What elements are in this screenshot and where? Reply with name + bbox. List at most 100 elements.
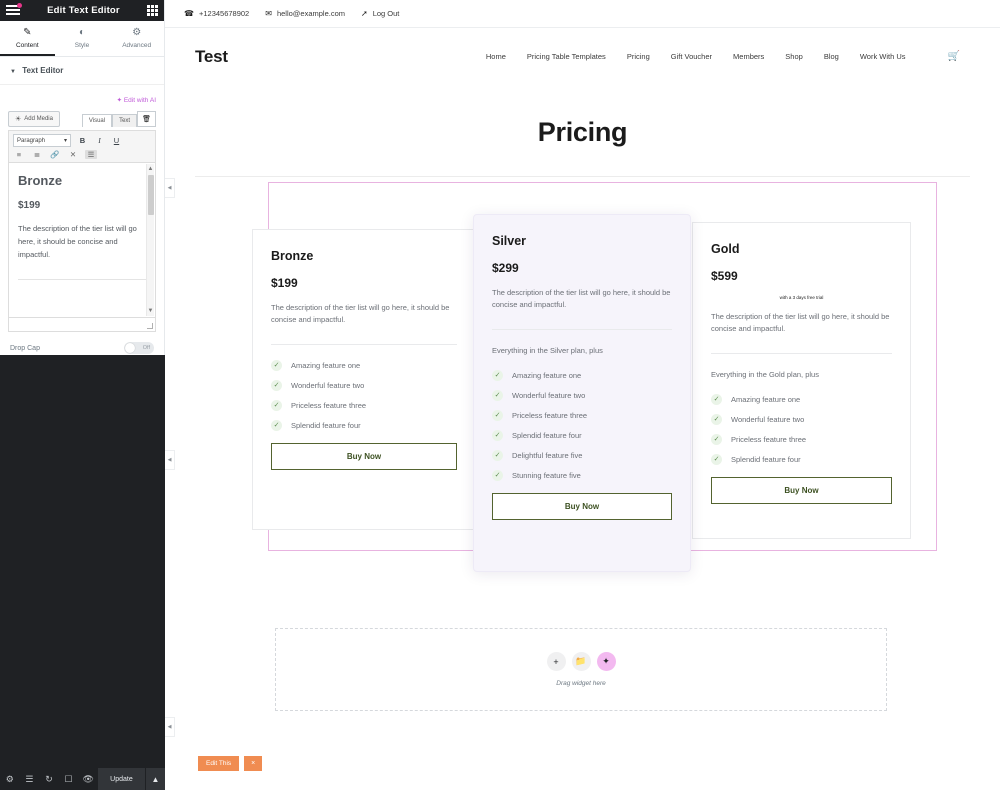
format-select-value: Paragraph [17,137,46,144]
panel-footer: ⚙ ☰ ↻ ☐ 👁 Update ▲ [0,768,165,790]
update-button[interactable]: Update [97,768,145,790]
italic-button[interactable]: I [94,136,105,145]
section-collapse-handle-top[interactable]: ◀ [165,178,175,198]
bold-button[interactable]: B [77,136,88,145]
chevron-down-icon: ▾ [63,138,67,144]
scroll-down-icon[interactable]: ▼ [147,307,154,315]
elementor-editor-screen: Edit Text Editor ✎ Content ◐ Style ⚙ Adv… [0,0,1000,790]
check-icon: ✓ [492,369,503,381]
gear-icon[interactable]: ⚙ [0,774,20,785]
plus-icon[interactable]: + [546,652,566,671]
feature-list: ✓ Amazing feature one ✓ Wonderful featur… [271,359,457,431]
add-media-label: Add Media [24,116,53,122]
card-price: $599 [711,269,738,283]
pricing-card-bronze[interactable]: Bronze $199 The description of the tier … [252,229,476,530]
tab-content[interactable]: ✎ Content [0,21,55,56]
edit-bar: Edit This × [198,756,263,771]
tab-advanced[interactable]: ⚙ Advanced [109,21,164,56]
feature-item: ✓ Priceless feature three [711,433,892,445]
notification-dot [17,2,22,8]
grid-icon[interactable] [146,5,158,16]
scrollbar-thumb[interactable] [148,175,154,215]
tab-style-label: Style [74,42,90,49]
feature-label: Wonderful feature two [731,414,805,424]
media-icon: ☀ [15,116,22,123]
tab-visual[interactable]: Visual [81,114,113,127]
card-name: Silver [492,234,527,248]
folder-icon[interactable]: 📁 [571,652,591,671]
editor-divider [18,279,146,281]
hamburger-icon[interactable] [6,2,22,17]
trash-icon[interactable]: 🗑 [137,111,156,127]
drop-cap-toggle[interactable]: Off [124,342,154,354]
toolbar-toggle-icon[interactable]: ☰ [85,150,97,159]
numbered-list-icon[interactable]: ≣ [31,150,43,159]
bullet-list-icon[interactable]: ≡ [13,150,25,159]
check-icon: ✓ [711,433,722,445]
edit-this-button[interactable]: Edit This [198,756,240,771]
panel-header: Edit Text Editor [0,0,164,21]
feature-label: Priceless feature three [512,410,588,420]
section-text-editor[interactable]: ▼ Text Editor [0,57,164,85]
card-price: $299 [492,261,519,275]
feature-item: ✓ Priceless feature three [492,409,672,421]
wp-editor: ☀ Add Media Visual Text 🗑 Paragraph ▾ B … [8,111,156,332]
pricing-card-gold[interactable]: Gold $599 with a 3 days free trial The d… [692,222,911,539]
drop-cap-state: Off [142,345,150,351]
edit-with-ai-label: Edit with AI [123,97,156,104]
tab-text[interactable]: Text [112,114,138,127]
history-icon[interactable]: ↻ [39,774,59,785]
check-icon: ✓ [492,389,503,401]
section-collapse-handle-middle[interactable]: ◀ [165,450,175,470]
chevron-up-icon[interactable]: ▲ [144,768,165,790]
read-more-icon[interactable]: ✕ [67,150,79,159]
wp-editor-top-row: ☀ Add Media Visual Text 🗑 [8,111,156,127]
feature-item: ✓ Splendid feature four [711,453,892,465]
feature-label: Splendid feature four [291,420,361,430]
drop-cap-control: Drop Cap Off [0,332,164,354]
edit-with-ai-link[interactable]: ✦ Edit with AI [117,97,156,104]
eye-icon[interactable]: 👁 [78,774,98,785]
check-icon: ✓ [492,429,503,441]
card-description: The description of the tier list will go… [711,312,890,334]
editor-resize-handle[interactable] [8,318,156,332]
close-edit-button[interactable]: × [244,756,263,771]
responsive-icon[interactable]: ☐ [59,774,79,785]
buy-now-button-silver[interactable]: Buy Now [492,492,672,520]
check-icon: ✓ [711,413,722,425]
editor-heading: Bronze [18,173,63,188]
check-icon: ✓ [271,419,282,431]
sparkle-ai-icon: ✦ [116,97,123,104]
buy-now-button-bronze[interactable]: Buy Now [271,442,457,470]
feature-label: Splendid feature four [731,454,801,464]
check-icon: ✓ [711,393,722,405]
section-collapse-handle-bottom[interactable]: ◀ [165,717,175,737]
pencil-icon: ✎ [23,27,32,38]
site-preview: ☎ +12345678902 ✉ hello@example.com ➚ Log… [165,0,1000,790]
check-icon: ✓ [271,379,282,391]
feature-label: Wonderful feature two [512,390,586,400]
editor-description: The description of the tier list will go… [18,224,137,260]
card-divider [271,343,457,345]
widget-dropzone[interactable]: + 📁 ✦ Drag widget here [275,628,887,711]
scroll-up-icon[interactable]: ▲ [147,165,154,173]
underline-button[interactable]: U [111,136,122,145]
card-plus-line: Everything in the Silver plan, plus [492,345,603,355]
feature-item: ✓ Amazing feature one [492,369,672,381]
buy-now-button-gold[interactable]: Buy Now [711,476,892,504]
feature-label: Stunning feature five [512,470,581,480]
editor-scrollbar[interactable]: ▲ ▼ [146,164,154,316]
card-price: $199 [271,276,298,290]
layers-icon[interactable]: ☰ [20,774,40,785]
format-select[interactable]: Paragraph ▾ [13,134,71,147]
sparkle-ai-icon[interactable]: ✦ [596,652,616,671]
pricing-card-silver[interactable]: Silver $299 The description of the tier … [473,214,691,572]
wp-editor-content[interactable]: Bronze $199 The description of the tier … [8,163,156,318]
add-media-button[interactable]: ☀ Add Media [8,111,60,127]
drop-cap-label: Drop Cap [10,344,40,352]
card-plus-line: Everything in the Gold plan, plus [711,369,819,379]
card-description: The description of the tier list will go… [492,288,671,310]
link-icon[interactable]: 🔗 [49,150,61,159]
section-title-label: Text Editor [22,66,64,75]
tab-style[interactable]: ◐ Style [55,21,110,56]
